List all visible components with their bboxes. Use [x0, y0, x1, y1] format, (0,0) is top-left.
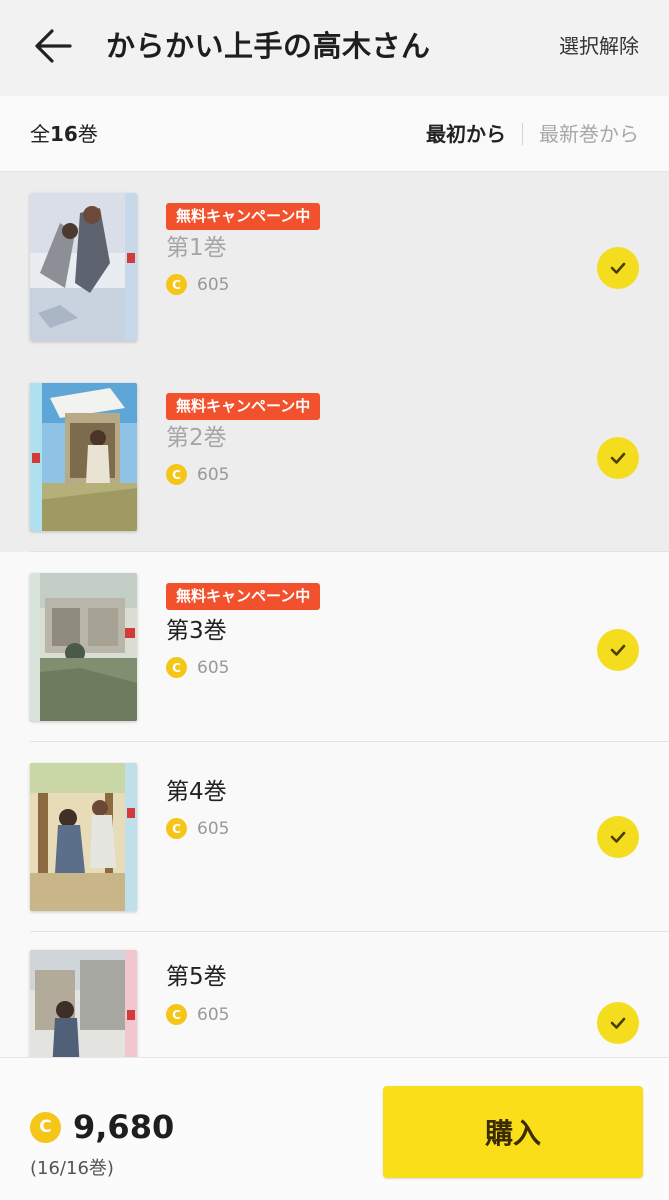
- app-header: からかい上手の高木さん 選択解除: [0, 0, 669, 96]
- volume-row[interactable]: 第4巻 C 605: [0, 742, 669, 932]
- price-value: 605: [197, 1004, 230, 1025]
- volume-row[interactable]: 無料キャンペーン中 第3巻 C 605: [0, 552, 669, 742]
- volume-list: 無料キャンペーン中 第1巻 C 605 無料キャンペーン中 第2巻 C 605 …: [0, 172, 669, 1057]
- coin-icon: C: [166, 464, 187, 485]
- coin-icon: C: [166, 818, 187, 839]
- volume-label: 第4巻: [166, 779, 227, 805]
- price-value: 605: [197, 818, 230, 839]
- volume-label: 第1巻: [166, 235, 227, 261]
- buy-button[interactable]: 購入: [383, 1086, 643, 1178]
- volume-label: 第5巻: [166, 964, 227, 990]
- coin-icon: C: [166, 274, 187, 295]
- coin-icon: C: [30, 1111, 61, 1143]
- select-checkbox[interactable]: [597, 437, 639, 479]
- total-price: C 9,680: [30, 1108, 174, 1146]
- volume-label: 第3巻: [166, 618, 227, 644]
- coin-icon: C: [166, 1004, 187, 1025]
- selection-count: (16/16巻): [30, 1158, 114, 1179]
- volume-price: C 605: [166, 818, 229, 839]
- select-checkbox[interactable]: [597, 1002, 639, 1044]
- volume-price: C 605: [166, 1004, 229, 1025]
- arrow-left-icon: [35, 29, 72, 63]
- sort-toggle: 最初から 最新巻から: [426, 118, 639, 150]
- volume-cover: [30, 383, 137, 531]
- total-count: 16: [50, 122, 78, 146]
- total-suffix: 巻: [77, 122, 98, 146]
- checkmark-icon: [610, 1017, 626, 1029]
- total-prefix: 全: [30, 122, 50, 146]
- free-campaign-badge: 無料キャンペーン中: [166, 583, 321, 610]
- select-checkbox[interactable]: [597, 816, 639, 858]
- select-checkbox[interactable]: [597, 629, 639, 671]
- sort-latest-button[interactable]: 最新巻から: [539, 118, 639, 150]
- page-title: からかい上手の高木さん: [106, 29, 431, 63]
- sort-first-button[interactable]: 最初から: [426, 118, 506, 150]
- price-value: 605: [197, 274, 230, 295]
- volume-price: C 605: [166, 464, 229, 485]
- volume-cover: [30, 193, 137, 341]
- volume-price: C 605: [166, 274, 229, 295]
- sort-divider: [522, 123, 523, 145]
- volume-summary-bar: 全16巻 最初から 最新巻から: [0, 96, 669, 172]
- checkmark-icon: [610, 262, 626, 274]
- volume-price: C 605: [166, 657, 229, 678]
- back-button[interactable]: [32, 24, 76, 68]
- checkmark-icon: [610, 452, 626, 464]
- free-campaign-badge: 無料キャンペーン中: [166, 203, 321, 230]
- volume-label: 第2巻: [166, 425, 227, 451]
- price-value: 605: [197, 464, 230, 485]
- volume-cover: [30, 573, 137, 721]
- volume-row[interactable]: 無料キャンペーン中 第2巻 C 605: [0, 362, 669, 552]
- checkmark-icon: [610, 644, 626, 656]
- total-volumes: 全16巻: [30, 118, 98, 150]
- purchase-footer: C 9,680 (16/16巻) 購入: [0, 1057, 669, 1200]
- volume-row[interactable]: 第5巻 C 605: [0, 932, 669, 1057]
- free-campaign-badge: 無料キャンペーン中: [166, 393, 321, 420]
- volume-cover: [30, 763, 137, 911]
- total-amount: 9,680: [73, 1108, 175, 1146]
- volume-cover: [30, 950, 137, 1057]
- deselect-all-button[interactable]: 選択解除: [559, 30, 639, 62]
- coin-icon: C: [166, 657, 187, 678]
- select-checkbox[interactable]: [597, 247, 639, 289]
- price-value: 605: [197, 657, 230, 678]
- checkmark-icon: [610, 831, 626, 843]
- volume-row[interactable]: 無料キャンペーン中 第1巻 C 605: [0, 172, 669, 362]
